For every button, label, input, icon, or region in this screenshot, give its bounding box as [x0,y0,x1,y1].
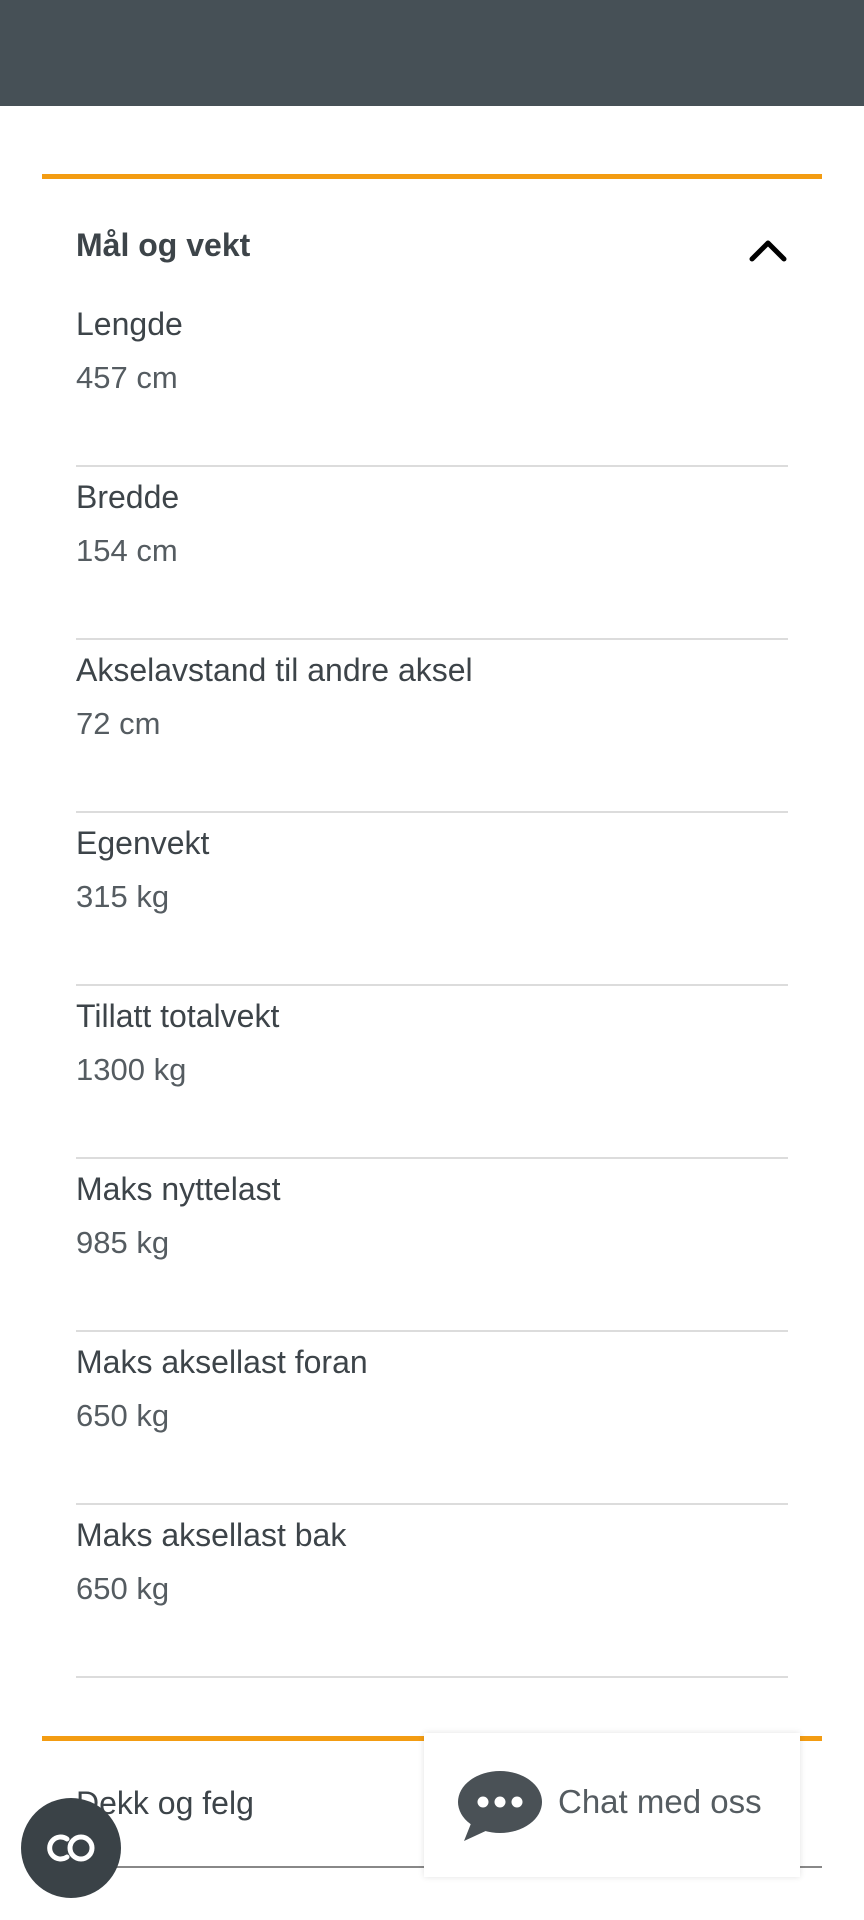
chat-bubble-icon [458,1771,542,1841]
section-header[interactable]: Mål og vekt [42,179,822,299]
spec-row: Lengde 457 cm [76,294,788,467]
spec-value: 1300 kg [76,1052,187,1087]
co-icon [47,1834,95,1862]
spec-list: Lengde 457 cm Bredde 154 cm Akselavstand… [76,294,788,1678]
spec-label: Tillatt totalvekt [76,998,280,1034]
spec-label: Akselavstand til andre aksel [76,652,473,688]
spec-section-dimensions: Mål og vekt [42,174,822,299]
spec-row: Bredde 154 cm [76,467,788,640]
chevron-up-icon[interactable] [748,235,788,263]
spec-row: Akselavstand til andre aksel 72 cm [76,640,788,813]
spec-value: 650 kg [76,1398,170,1433]
spec-row: Maks aksellast foran 650 kg [76,1332,788,1505]
spec-value: 154 cm [76,533,178,568]
spec-row: Maks nyttelast 985 kg [76,1159,788,1332]
spec-label: Lengde [76,306,183,342]
spec-value: 72 cm [76,706,161,741]
spec-label: Bredde [76,479,180,515]
spec-value: 457 cm [76,360,178,395]
chat-button[interactable]: Chat med oss [424,1733,800,1877]
spec-row: Maks aksellast bak 650 kg [76,1505,788,1678]
spec-value: 650 kg [76,1571,170,1606]
spec-value: 985 kg [76,1225,170,1260]
top-bar [0,0,864,106]
spec-row: Tillatt totalvekt 1300 kg [76,986,788,1159]
spec-row: Egenvekt 315 kg [76,813,788,986]
spec-label: Maks aksellast bak [76,1517,347,1553]
co-floating-button[interactable] [21,1798,121,1898]
spec-label: Egenvekt [76,825,210,861]
spec-label: Maks nyttelast [76,1171,281,1207]
spec-value: 315 kg [76,879,170,914]
section-title: Mål og vekt [76,227,251,263]
spec-label: Maks aksellast foran [76,1344,368,1380]
chat-label: Chat med oss [558,1783,762,1820]
